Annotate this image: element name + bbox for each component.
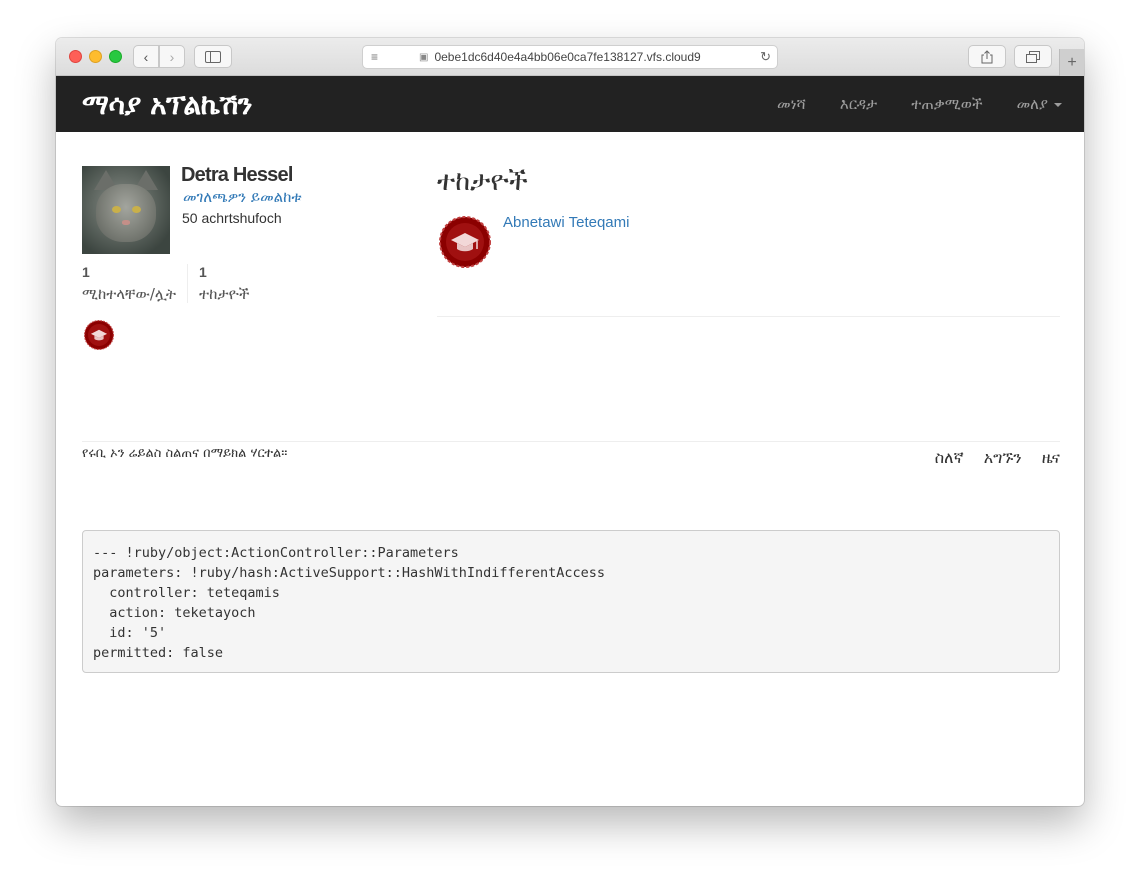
tabs-icon bbox=[1026, 50, 1040, 63]
tab-overview-button[interactable] bbox=[1014, 45, 1052, 68]
new-tab-button[interactable]: + bbox=[1059, 49, 1084, 76]
avatar-eye-left bbox=[112, 206, 121, 213]
reload-icon[interactable]: ↻ bbox=[760, 49, 771, 65]
nav-account-label: መለያ bbox=[1016, 95, 1048, 113]
nav-home-link[interactable]: መነሻ bbox=[777, 95, 806, 113]
footer-contact-link[interactable]: አግኙን bbox=[984, 448, 1022, 468]
follower-avatar-icon[interactable] bbox=[84, 320, 114, 350]
footer-about-link[interactable]: ስለኛ bbox=[935, 448, 964, 468]
address-bar[interactable]: ≡ ▣ 0ebe1dc6d40e4a4bb06e0ca7fe138127.vfs… bbox=[362, 45, 778, 69]
stat-following-count: 1 bbox=[82, 264, 90, 280]
nav-help-link[interactable]: እርዳታ bbox=[840, 95, 877, 113]
footer-links: ስለኛ አግኙን ዜና bbox=[915, 448, 1060, 468]
lock-icon: ▣ bbox=[419, 51, 429, 63]
navbar: ማሳያ አፕልኬሽን መነሻ እርዳታ ተጠቃሚወች መለያ bbox=[56, 76, 1084, 132]
zoom-window-icon[interactable] bbox=[109, 50, 122, 63]
view-profile-link[interactable]: መገለጫዎን ይመልከቱ bbox=[183, 188, 302, 206]
debug-line: parameters: !ruby/hash:ActiveSupport::Ha… bbox=[93, 565, 606, 581]
avatar-eye-right bbox=[132, 206, 141, 213]
caret-down-icon bbox=[1054, 102, 1062, 107]
stat-followers-label: ተከታዮች bbox=[199, 285, 250, 303]
sidebar-icon bbox=[205, 50, 221, 63]
browser-toolbar: ‹ › ≡ ▣ 0ebe1dc6d40e4a4bb06e0ca7fe138127… bbox=[56, 38, 1084, 76]
stat-following[interactable]: 1 ሚከተላቸው/ሏት bbox=[82, 264, 187, 303]
sidebar-toggle-button[interactable] bbox=[194, 45, 232, 68]
debug-params: --- !ruby/object:ActionController::Param… bbox=[82, 530, 1060, 673]
chevron-left-icon: ‹ bbox=[143, 48, 149, 65]
debug-line: id: '5' bbox=[93, 625, 167, 641]
debug-line: permitted: false bbox=[93, 645, 224, 661]
browser-window: ‹ › ≡ ▣ 0ebe1dc6d40e4a4bb06e0ca7fe138127… bbox=[56, 38, 1084, 806]
back-button[interactable]: ‹ bbox=[133, 45, 159, 68]
stat-followers-count: 1 bbox=[199, 264, 207, 280]
nav-account-dropdown[interactable]: መለያ bbox=[1017, 95, 1062, 113]
reader-icon[interactable]: ≡ bbox=[371, 50, 385, 64]
user-stats: 1 ሚከተላቸው/ሏት 1 ተከታዮች bbox=[82, 264, 260, 303]
footer-news-link[interactable]: ዜና bbox=[1042, 448, 1060, 468]
nav-users-link[interactable]: ተጠቃሚወች bbox=[911, 95, 982, 113]
forward-button[interactable]: › bbox=[159, 45, 185, 68]
footer-divider bbox=[82, 441, 1060, 442]
brand-logo-link[interactable]: ማሳያ አፕልኬሽን bbox=[82, 88, 252, 122]
debug-line: controller: teteqamis bbox=[93, 585, 280, 601]
nav-links: መነሻ እርዳታ ተጠቃሚወች መለያ bbox=[743, 76, 1062, 132]
footer-credit: የሩቢ ኦን ሬይልስ ስልጠና በማይክል ሃርተል። bbox=[82, 446, 288, 461]
stat-followers[interactable]: 1 ተከታዮች bbox=[187, 264, 260, 303]
avatar-face bbox=[96, 184, 156, 242]
url-text: 0ebe1dc6d40e4a4bb06e0ca7fe138127.vfs.clo… bbox=[434, 50, 701, 64]
user-avatar[interactable] bbox=[82, 166, 170, 254]
share-icon bbox=[981, 49, 993, 63]
stat-following-label: ሚከተላቸው/ሏት bbox=[82, 285, 177, 303]
minimize-window-icon[interactable] bbox=[89, 50, 102, 63]
follower-name-link[interactable]: Abnetawi Teteqami bbox=[503, 214, 629, 231]
chevron-right-icon: › bbox=[169, 48, 175, 65]
avatar-nose bbox=[122, 220, 130, 225]
user-name: Detra Hessel bbox=[181, 164, 293, 186]
post-count: 50 achrtshufoch bbox=[182, 210, 282, 226]
share-button[interactable] bbox=[968, 45, 1006, 68]
debug-line: --- !ruby/object:ActionController::Param… bbox=[93, 545, 459, 561]
plus-icon: + bbox=[1067, 53, 1077, 71]
followers-heading: ተከታዮች bbox=[437, 166, 528, 197]
close-window-icon[interactable] bbox=[69, 50, 82, 63]
followers-divider bbox=[437, 316, 1060, 317]
debug-line: action: teketayoch bbox=[93, 605, 256, 621]
graduation-cap-icon[interactable] bbox=[439, 216, 491, 268]
